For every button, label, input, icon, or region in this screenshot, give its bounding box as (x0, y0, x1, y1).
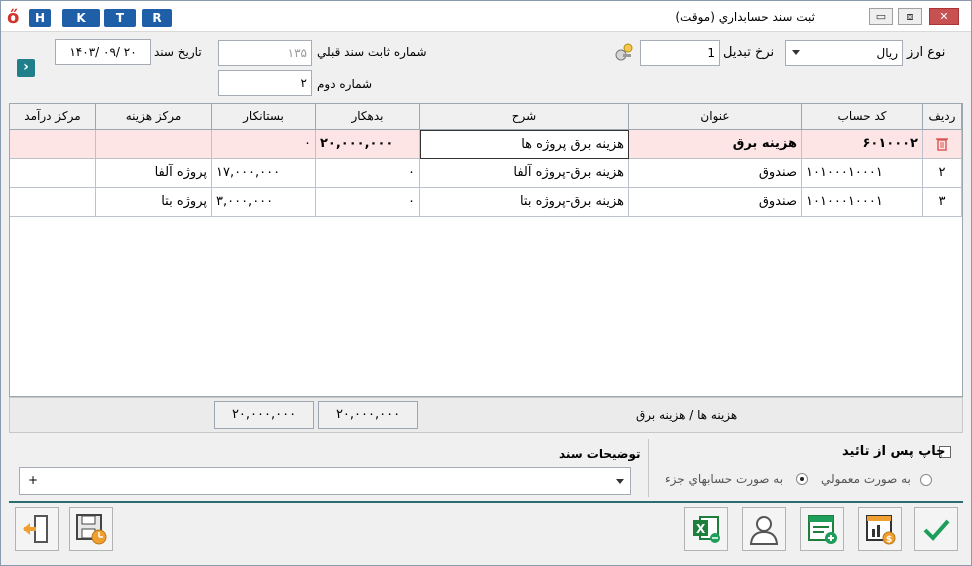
add-article-button[interactable] (800, 507, 844, 551)
doc-desc-value: + (28, 473, 39, 487)
cell-debit[interactable]: ۰ (316, 159, 420, 188)
cell-title[interactable]: صندوق (629, 159, 802, 188)
accounting-voucher-window: ő H K T R ثبت سند حسابداري (موقت) ▭ ⧈ ✕ … (0, 0, 972, 566)
col-header-credit[interactable]: بستانكار (212, 104, 316, 130)
col-header-row[interactable]: رديف (923, 104, 962, 130)
fixed-number-label: شماره ثابت سند قبلي (317, 45, 427, 59)
fixed-number-field: ۱۳۵ (218, 40, 312, 66)
chevron-down-icon[interactable] (616, 479, 624, 484)
svg-text:X: X (696, 522, 706, 536)
cell-debit[interactable]: ۰ (316, 188, 420, 217)
minimize-button[interactable]: ▭ (869, 8, 893, 25)
debit-total: ۲۰,۰۰۰,۰۰۰ (318, 401, 418, 429)
col-header-debit[interactable]: بدهكار (316, 104, 420, 130)
rate-value: 1 (707, 46, 715, 60)
cell-income-center[interactable] (10, 159, 96, 188)
hotkey-k-button[interactable]: K (62, 9, 100, 27)
currency-value: ريال (876, 46, 898, 60)
detail-mode-radio[interactable] (920, 474, 932, 486)
hotkey-h-button[interactable]: H (29, 9, 51, 27)
credit-total: ۲۰,۰۰۰,۰۰۰ (214, 401, 314, 429)
currency-label: نوع ارز (907, 45, 946, 60)
voucher-table: رديف كد حساب عنوان شرح بدهكار بستانكار م… (9, 103, 963, 397)
cell-credit[interactable]: ۰ (212, 130, 316, 159)
doc-desc-label: توضيحات سند (559, 447, 641, 461)
cell-account[interactable]: ۱۰۱۰۰۰۱۰۰۰۱ (802, 159, 923, 188)
delete-row-icon[interactable] (923, 130, 962, 159)
cell-cost-center[interactable]: پروژه بتا (96, 188, 212, 217)
rate-label: نرخ تبديل (723, 45, 775, 60)
financial-report-button[interactable]: $ (858, 507, 902, 551)
cell-credit[interactable]: ۳,۰۰۰,۰۰۰ (212, 188, 316, 217)
cell-debit[interactable]: ۲۰,۰۰۰,۰۰۰ (316, 130, 420, 159)
hotkey-t-button[interactable]: T (104, 9, 136, 27)
normal-mode-radio[interactable] (796, 473, 808, 485)
title-bar: ő H K T R ثبت سند حسابداري (موقت) ▭ ⧈ ✕ (1, 1, 971, 32)
second-number-label: شماره دوم (317, 77, 373, 91)
cell-desc[interactable]: هزينه برق-پروژه آلفا (420, 159, 629, 188)
cell-row-number[interactable]: ۲ (923, 159, 962, 188)
key-info-icon[interactable] (613, 42, 635, 67)
account-path: هزينه ها / هزينه برق (636, 408, 738, 422)
export-excel-button[interactable]: X (684, 507, 728, 551)
print-after-confirm-label: چاپ پس از تائيد (842, 444, 946, 459)
doc-date-input[interactable]: ۱۴۰۳/ ۰۹/ ۲۰ (55, 39, 151, 65)
cell-desc[interactable]: هزينه برق پروژه ها (420, 130, 629, 159)
restore-button[interactable]: ⧈ (898, 8, 922, 25)
second-number-input[interactable]: ۲ (218, 70, 312, 96)
divider (648, 439, 649, 497)
cell-account[interactable]: ۱۰۱۰۰۰۱۰۰۰۱ (802, 188, 923, 217)
close-button[interactable]: ✕ (929, 8, 959, 25)
col-header-income-center[interactable]: مركز درآمد (10, 104, 96, 130)
doc-date-value: ۱۴۰۳/ ۰۹/ ۲۰ (69, 45, 137, 59)
fixed-number-value: ۱۳۵ (287, 46, 307, 60)
col-header-account[interactable]: كد حساب (802, 104, 923, 130)
rate-input[interactable]: 1 (640, 40, 720, 66)
cell-title[interactable]: صندوق (629, 188, 802, 217)
doc-date-label: تاريخ سند (154, 45, 202, 59)
save-draft-button[interactable] (69, 507, 113, 551)
window-title: ثبت سند حسابداري (موقت) (675, 10, 815, 24)
toolbar-separator (9, 501, 963, 503)
cell-desc[interactable]: هزينه برق-پروژه بتا (420, 188, 629, 217)
hotkey-r-button[interactable]: R (142, 9, 172, 27)
next-arrow-button[interactable]: › (17, 59, 35, 77)
cell-income-center[interactable] (10, 188, 96, 217)
cell-row-number[interactable]: ۳ (923, 188, 962, 217)
exit-button[interactable] (15, 507, 59, 551)
app-logo-icon: ő (7, 7, 20, 28)
doc-desc-input[interactable]: + (19, 467, 631, 495)
cell-cost-center[interactable] (96, 130, 212, 159)
currency-select[interactable]: ريال (785, 40, 903, 66)
user-button[interactable] (742, 507, 786, 551)
detail-mode-label: به صورت حسابهاي جزء (665, 472, 784, 486)
confirm-button[interactable] (914, 507, 958, 551)
col-header-cost-center[interactable]: مركز هزينه (96, 104, 212, 130)
normal-mode-label: به صورت معمولي (821, 472, 911, 486)
cell-cost-center[interactable]: پروژه آلفا (96, 159, 212, 188)
cell-credit[interactable]: ۱۷,۰۰۰,۰۰۰ (212, 159, 316, 188)
summary-bar: هزينه ها / هزينه برق ۲۰,۰۰۰,۰۰۰ ۲۰,۰۰۰,۰… (9, 397, 963, 433)
col-header-title[interactable]: عنوان (629, 104, 802, 130)
second-number-value: ۲ (300, 76, 307, 90)
chevron-down-icon (792, 50, 800, 55)
cell-income-center[interactable] (10, 130, 96, 159)
cell-title[interactable]: هزينه برق (629, 130, 802, 159)
col-header-desc[interactable]: شرح (420, 104, 629, 130)
cell-account[interactable]: ۶۰۱۰۰۰۲ (802, 130, 923, 159)
svg-text:$: $ (886, 535, 892, 545)
